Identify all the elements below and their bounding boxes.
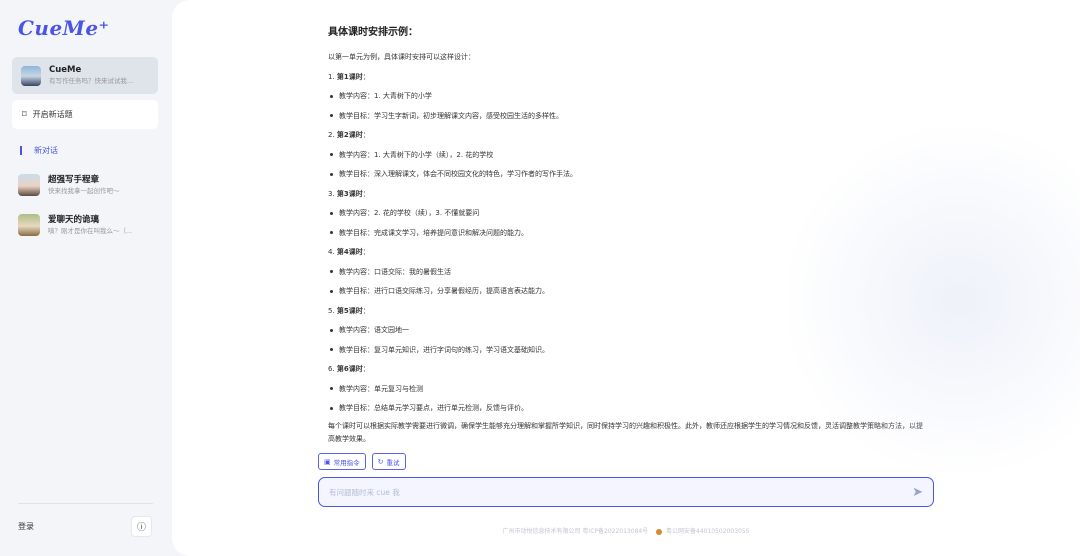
message-title: 具体课时安排示例： [328, 27, 418, 38]
avatar [18, 174, 40, 196]
new-topic-button[interactable]: ⌑ 开启新话题 [12, 100, 158, 129]
lesson-goal: 教学目标：进行口语交际练习，分享暑假经历，提高语言表达能力。 [328, 287, 924, 307]
divider [18, 503, 153, 504]
lesson-content: 教学内容：口语交际：我的暑假生活 [328, 268, 924, 288]
lesson-goal: 教学目标：完成课文学习，培养提问意识和解决问题的能力。 [328, 229, 924, 249]
lesson-content: 教学内容：语文园地一 [328, 326, 924, 346]
common-commands-button[interactable]: ▣ 常用指令 [318, 453, 366, 470]
info-button[interactable]: ⓘ [131, 516, 152, 537]
lesson-heading: 2. 第2课时： [328, 131, 370, 139]
send-icon[interactable]: ➤ [912, 485, 923, 500]
message-summary: 每个课时可以根据实际教学需要进行微调，确保学生能够充分理解和掌握所学知识，同时保… [328, 421, 923, 443]
conversation-item[interactable]: 爱聊天的诡璃 嗔？刚才是你在叫我么～（... [18, 214, 158, 236]
bot-subtitle: 有写作任务吗？快来试试我... [49, 77, 134, 85]
police-badge-icon [656, 528, 663, 535]
lesson-heading: 3. 第3课时： [328, 189, 370, 198]
footer-company[interactable]: 广州市动悦信息技术有限公司 粤ICP备2022013084号 [503, 528, 649, 535]
lesson-heading: 1. 第1课时： [328, 72, 370, 81]
chat-input[interactable] [329, 487, 913, 497]
lesson-content: 教学内容：2. 花的学校（续），3. 不懂就要问 [328, 209, 924, 229]
assistant-message: 具体课时安排示例： 以第一单元为例，具体课时安排可以这样设计： 1. 第1课时：… [316, 10, 936, 448]
chat-input-box[interactable]: ➤ [318, 477, 934, 507]
retry-label: 重试 [386, 458, 400, 467]
new-topic-label: 开启新话题 [32, 110, 73, 119]
lesson-heading: 4. 第4课时： [328, 248, 370, 256]
login-link[interactable]: 登录 [18, 521, 34, 532]
main-panel: 具体课时安排示例： 以第一单元为例，具体课时安排可以这样设计： 1. 第1课时：… [172, 0, 1080, 556]
refresh-icon: ↻ [377, 457, 384, 466]
lesson-heading: 5. 第5课时： [328, 306, 370, 315]
lesson-heading: 6. 第6课时： [328, 365, 370, 373]
bot-card-cueme[interactable]: CueMe 有写作任务吗？快来试试我... [12, 57, 158, 94]
lesson-goal: 教学目标：复习单元知识，进行字词句的练习，学习语文基础知识。 [328, 346, 924, 366]
new-chat-icon: ⌑ [22, 109, 27, 120]
sidebar: CueMe⁺ CueMe 有写作任务吗？快来试试我... ⌑ 开启新话题 新对话… [0, 0, 172, 556]
lesson-goal: 教学目标：深入理解课文，体会不同校园文化的特色，学习作者的写作手法。 [328, 170, 924, 190]
info-icon: ⓘ [136, 523, 146, 533]
conversation-item[interactable]: 超强写手程章 快来找我拿一起创作吧～ [18, 174, 158, 196]
lesson-content: 教学内容：1. 大青树下的小学 [328, 92, 924, 112]
active-indicator [20, 145, 22, 155]
retry-button[interactable]: ↻ 重试 [371, 453, 406, 470]
conversation-subtitle: 嗔？刚才是你在叫我么～（... [48, 226, 133, 235]
bot-name: CueMe [49, 65, 82, 75]
lesson-goal: 教学目标：学习生字新词，初步理解课文内容，感受校园生活的多样性。 [328, 112, 924, 132]
footer: 广州市动悦信息技术有限公司 粤ICP备2022013084号 粤公网安备4401… [172, 526, 1080, 535]
conversation-title: 超强写手程章 [48, 174, 100, 185]
avatar [21, 65, 41, 86]
common-commands-label: 常用指令 [333, 458, 360, 467]
lesson-content: 教学内容：1. 大青树下的小学（续），2. 花的学校 [328, 151, 924, 171]
active-conversation[interactable]: 新对话 [20, 144, 58, 156]
active-conversation-label: 新对话 [34, 145, 58, 155]
lesson-content: 教学内容：单元复习与检测 [328, 385, 924, 405]
app-logo[interactable]: CueMe⁺ [18, 16, 110, 40]
command-icon: ▣ [324, 457, 331, 466]
footer-police[interactable]: 粤公网安备44010502003055 [666, 528, 749, 535]
message-intro: 以第一单元为例，具体课时安排可以这样设计： [328, 53, 475, 61]
avatar [18, 214, 40, 236]
conversation-title: 爱聊天的诡璃 [48, 214, 100, 225]
conversation-subtitle: 快来找我拿一起创作吧～ [48, 186, 120, 195]
action-chips: ▣ 常用指令 ↻ 重试 [318, 453, 406, 470]
